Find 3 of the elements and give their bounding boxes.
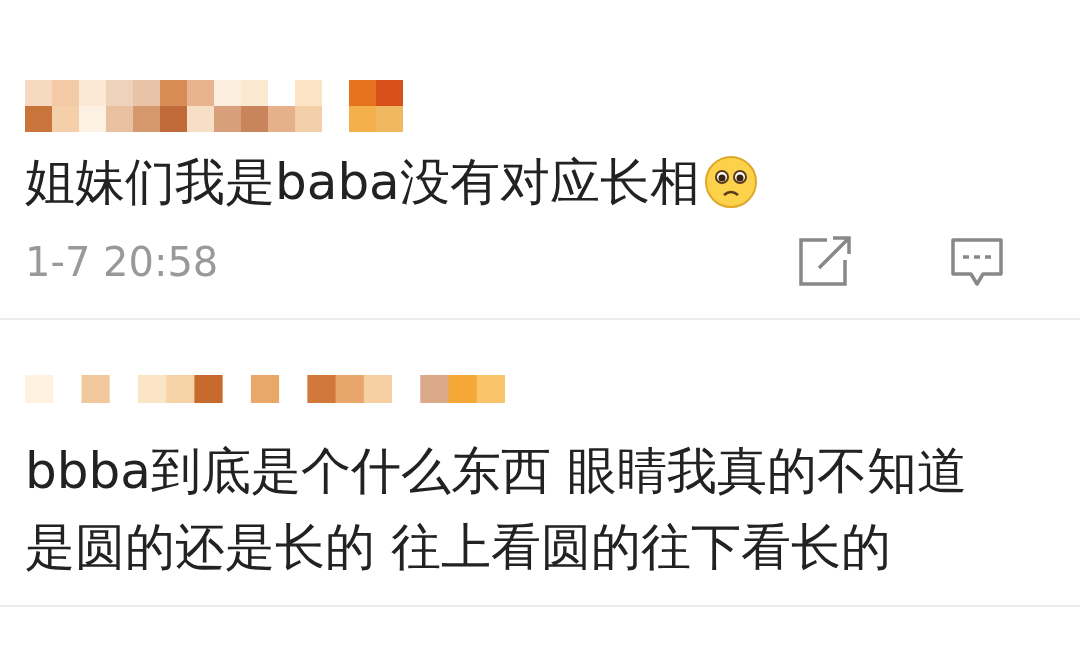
comment-text: bbba到底是个什么东西 眼睛我真的不知道 是圆的还是长的 往上看圆的往下看长的 <box>25 441 968 578</box>
timestamp: 1-7 20:58 <box>25 239 220 285</box>
comment-text: 姐妹们我是baba没有对应长相 <box>25 152 700 212</box>
